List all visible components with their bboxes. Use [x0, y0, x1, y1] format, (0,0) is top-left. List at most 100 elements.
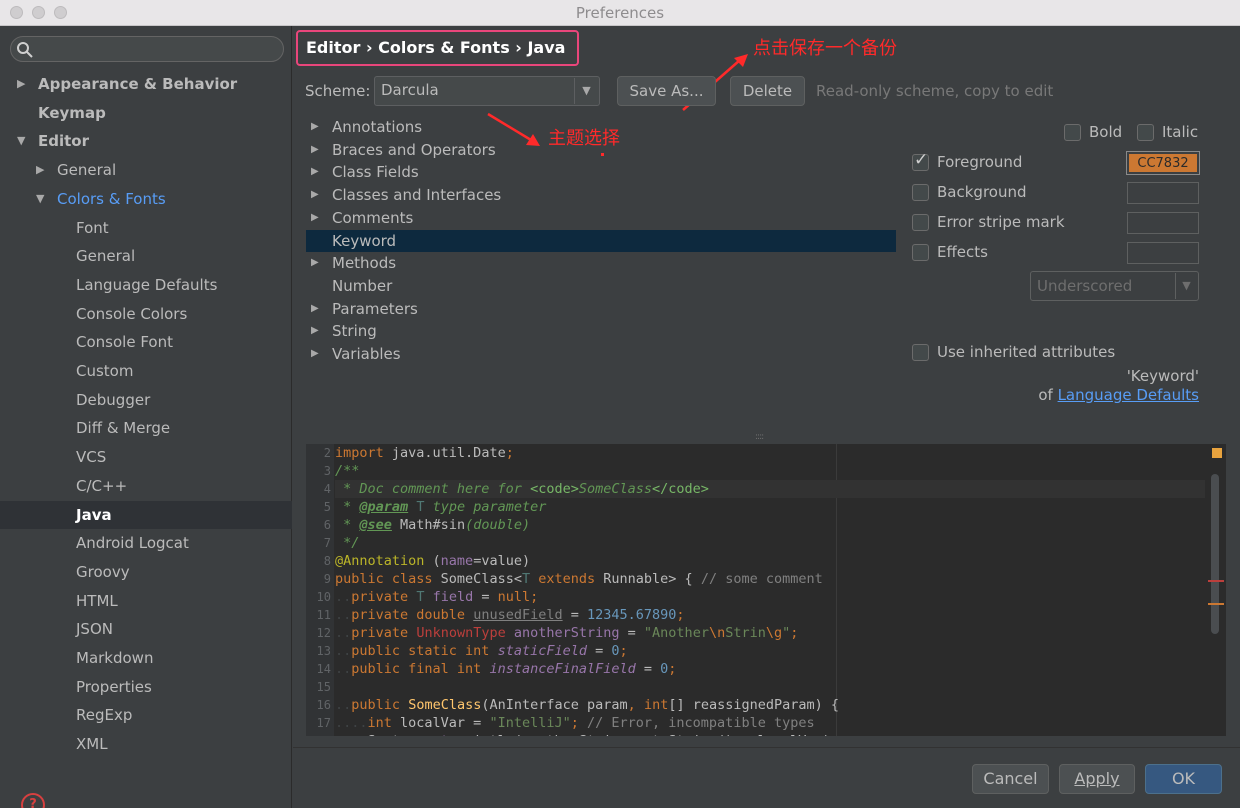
sidebar-item[interactable]: VCS: [0, 443, 292, 471]
attribute-item[interactable]: Keyword: [306, 229, 896, 252]
error-stripe-marker[interactable]: [1208, 580, 1224, 582]
attribute-item[interactable]: ▶ String: [306, 320, 896, 342]
attribute-item[interactable]: ▶ Comments: [306, 207, 896, 229]
breadcrumb-separator: ›: [365, 38, 373, 57]
sidebar-item[interactable]: Keymap: [0, 99, 292, 127]
sidebar-item[interactable]: Java: [0, 500, 292, 529]
scheme-label: Scheme:: [305, 82, 371, 100]
search-input[interactable]: [10, 36, 284, 62]
sidebar-item[interactable]: Language Defaults: [0, 271, 292, 299]
code-line: ....System.out.println(anotherString + t…: [335, 732, 839, 736]
attribute-item[interactable]: ▶ Variables: [306, 343, 896, 365]
attribute-item[interactable]: ▶ Parameters: [306, 298, 896, 320]
sidebar-item[interactable]: Groovy: [0, 558, 292, 586]
chevron-right-icon[interactable]: ▶: [311, 320, 319, 342]
code-line: /**: [335, 463, 360, 479]
code-line: ..private UnknownType anotherString = "A…: [335, 625, 799, 641]
language-defaults-link[interactable]: Language Defaults: [1058, 386, 1199, 404]
sidebar-item-label: Custom: [76, 362, 134, 380]
line-number: 4: [323, 482, 331, 496]
sidebar-item[interactable]: Debugger: [0, 386, 292, 414]
sidebar-item[interactable]: Font: [0, 214, 292, 242]
sidebar-item[interactable]: Diff & Merge: [0, 414, 292, 442]
chevron-right-icon[interactable]: ▶: [311, 252, 319, 274]
error-stripe-checkbox[interactable]: [912, 214, 929, 231]
foreground-color-swatch[interactable]: CC7832: [1126, 151, 1200, 175]
use-inherited-checkbox[interactable]: [912, 344, 929, 361]
sidebar-item-label: Appearance & Behavior: [38, 75, 238, 93]
sidebar-item-label: Android Logcat: [76, 534, 189, 553]
foreground-checkbox[interactable]: [912, 150, 929, 171]
save-as-button[interactable]: Save As...: [617, 76, 716, 106]
chevron-right-icon[interactable]: ▶: [311, 343, 319, 365]
sidebar-item-label: C/C++: [76, 476, 128, 495]
chevron-right-icon[interactable]: ▶: [311, 298, 319, 320]
sidebar-item[interactable]: RegExp: [0, 701, 292, 729]
window-title: Preferences: [575, 4, 665, 22]
chevron-right-icon[interactable]: ▶: [311, 161, 319, 183]
warning-stripe-marker[interactable]: [1208, 603, 1224, 605]
sidebar-item[interactable]: ▶ Appearance & Behavior: [0, 70, 292, 98]
code-line: ..private T field = null;: [335, 589, 539, 605]
sidebar-item-label: Markdown: [76, 649, 154, 667]
apply-button[interactable]: Apply: [1059, 764, 1135, 794]
sidebar-item[interactable]: Custom: [0, 357, 292, 385]
sidebar-item-label: Diff & Merge: [76, 419, 171, 438]
italic-checkbox[interactable]: [1137, 124, 1154, 141]
ok-button[interactable]: OK: [1145, 764, 1222, 794]
sidebar-item[interactable]: JSON: [0, 615, 292, 643]
chevron-down-icon[interactable]: ▼: [17, 127, 25, 155]
effects-checkbox[interactable]: [912, 244, 929, 261]
delete-button[interactable]: Delete: [730, 76, 805, 106]
attribute-item[interactable]: ▶ Methods: [306, 252, 896, 274]
background-checkbox[interactable]: [912, 184, 929, 201]
sidebar-item[interactable]: ▶ General: [0, 156, 292, 184]
chevron-right-icon[interactable]: ▶: [311, 116, 319, 138]
chevron-right-icon[interactable]: ▶: [311, 139, 319, 161]
sidebar-item-label: XML: [76, 735, 108, 754]
code-line: ..public SomeClass(AnInterface param, in…: [335, 697, 840, 713]
title-bar: Preferences: [0, 0, 1240, 26]
sidebar-item[interactable]: Markdown: [0, 644, 292, 672]
sidebar-item-label: Console Font: [76, 333, 173, 352]
line-number: 9: [323, 572, 331, 586]
attribute-item[interactable]: Number: [306, 275, 896, 297]
settings-sidebar: ▶ Appearance & Behavior Keymap ▼ Editor ▶ Gene…: [0, 26, 292, 808]
chevron-right-icon[interactable]: ▶: [17, 70, 25, 98]
sidebar-item[interactable]: Console Colors: [0, 300, 292, 328]
background-color-swatch[interactable]: [1127, 182, 1199, 204]
code-preview[interactable]: 2 3 4 5 6 7 8 9 10 11 12 13 14 15 16 17 18 import java.u…: [306, 444, 1226, 736]
chevron-right-icon[interactable]: ▶: [311, 184, 319, 206]
help-button[interactable]: ?: [21, 793, 45, 808]
error-stripe-color-swatch[interactable]: [1127, 212, 1199, 234]
line-number: 12: [316, 626, 331, 640]
bold-checkbox[interactable]: [1064, 124, 1081, 141]
sidebar-item[interactable]: HTML: [0, 587, 292, 615]
sidebar-item[interactable]: ▼ Editor: [0, 127, 292, 155]
sidebar-item[interactable]: ▼ Colors & Fonts: [0, 185, 292, 213]
attribute-item[interactable]: ▶ Classes and Interfaces: [306, 184, 896, 206]
code-line: * @see Math#sin(double): [335, 517, 531, 533]
cancel-button[interactable]: Cancel: [972, 764, 1049, 794]
sidebar-item-label: HTML: [76, 591, 118, 610]
sidebar-item[interactable]: C/C++: [0, 472, 292, 500]
scheme-select[interactable]: Darcula ▼: [374, 76, 600, 106]
sidebar-item[interactable]: General: [0, 242, 292, 270]
bold-label: Bold: [1089, 123, 1123, 141]
effects-color-swatch[interactable]: [1127, 242, 1199, 264]
sidebar-item[interactable]: Properties: [0, 673, 292, 701]
chevron-down-icon[interactable]: ▼: [36, 185, 44, 213]
code-line: ..public static int staticField = 0;: [335, 643, 628, 659]
splitter-grip-icon[interactable]: ::::: [755, 432, 764, 442]
chevron-right-icon[interactable]: ▶: [36, 156, 44, 184]
effect-type-select[interactable]: Underscored ▼: [1030, 271, 1199, 301]
attribute-item[interactable]: ▶ Class Fields: [306, 161, 896, 183]
sidebar-item[interactable]: Android Logcat: [0, 529, 292, 557]
sidebar-item[interactable]: Console Font: [0, 328, 292, 356]
sidebar-item[interactable]: XML: [0, 730, 292, 758]
preview-scrollbar[interactable]: [1206, 444, 1226, 736]
scrollbar-thumb[interactable]: [1211, 474, 1219, 634]
chevron-right-icon[interactable]: ▶: [311, 207, 319, 229]
attribute-label: Classes and Interfaces: [332, 186, 502, 205]
breadcrumb-colors-fonts: Colors & Fonts: [378, 38, 510, 57]
